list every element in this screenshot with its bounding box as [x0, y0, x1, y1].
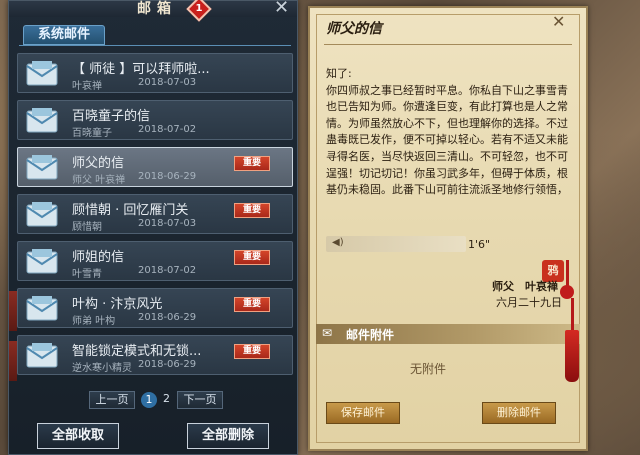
mail-subject: 叶构 · 汴京风光: [72, 297, 163, 312]
mail-subject: 师父的信: [72, 156, 125, 171]
envelope-icon: [26, 343, 58, 368]
pagination: 上一页 1 2 下一页: [89, 391, 229, 409]
unread-count: 1: [195, 3, 203, 14]
letter-text: 你四师叔之事已经暂时平息。你私自下山之事雪青也已告知为师。你遭逢巨变，有此打算也…: [326, 83, 568, 197]
letter-title: 师父的信: [326, 21, 382, 37]
envelope-icon: [26, 249, 58, 274]
mail-subject: 智能锁定模式和无锁...: [72, 344, 202, 359]
tab-system-mail[interactable]: 系统邮件: [23, 25, 105, 45]
mailbox-title: 邮箱: [137, 1, 177, 17]
mail-date: 2018-07-03: [138, 218, 197, 229]
mailbox-window: 邮箱 1 ✕ 系统邮件 【 师徒 】可以拜师啦... 叶哀禅 2018-07-0…: [8, 0, 298, 455]
mail-date: 2018-07-02: [138, 265, 197, 276]
mail-subject: 顾惜朝 · 回忆雁门关: [72, 203, 189, 218]
mail-date: 2018-06-29: [138, 359, 197, 370]
page-1[interactable]: 1: [141, 392, 157, 408]
side-ornament: [9, 341, 17, 381]
letter-panel: 师父的信 ✕ 知了: 你四师叔之事已经暂时平息。你私自下山之事雪青也已告知为师。…: [308, 6, 588, 451]
signature-date: 六月二十九日: [496, 296, 562, 309]
voice-length: 1'6": [468, 238, 491, 251]
tab-divider: [19, 45, 291, 46]
save-mail-button[interactable]: 保存邮件: [326, 402, 400, 424]
tassel-knot: [560, 285, 574, 299]
mail-item[interactable]: 百晓童子的信 百晓童子 2018-07-02: [17, 100, 293, 140]
mail-date: 2018-07-03: [138, 77, 197, 88]
delete-mail-button[interactable]: 删除邮件: [482, 402, 556, 424]
mail-sender: 顾惜朝: [72, 222, 102, 233]
mail-sender: 师父 叶哀禅: [72, 175, 126, 186]
tassel-cord: [571, 298, 574, 332]
mail-item-selected[interactable]: 师父的信 师父 叶哀禅 2018-06-29 重要: [17, 147, 293, 187]
letter-body[interactable]: 知了: 你四师叔之事已经暂时平息。你私自下山之事雪青也已告知为师。你遭逢巨变，有…: [326, 66, 572, 199]
mail-sender: 百晓童子: [72, 128, 112, 139]
mail-sender: 师弟 叶构: [72, 316, 116, 327]
important-badge: 重要: [234, 156, 270, 171]
letter-greeting: 知了:: [326, 67, 352, 80]
mail-item[interactable]: 【 师徒 】可以拜师啦... 叶哀禅 2018-07-03: [17, 53, 293, 93]
attachment-header: ✉ 邮件附件: [316, 324, 580, 344]
important-badge: 重要: [234, 297, 270, 312]
important-badge: 重要: [234, 203, 270, 218]
mail-subject: 【 师徒 】可以拜师啦...: [72, 62, 210, 77]
mail-date: 2018-06-29: [138, 171, 197, 182]
mail-subject: 百晓童子的信: [72, 109, 151, 124]
important-badge: 重要: [234, 344, 270, 359]
envelope-icon: [26, 61, 58, 86]
title-divider: [324, 44, 572, 45]
mail-date: 2018-07-02: [138, 124, 197, 135]
no-attachment-text: 无附件: [410, 362, 447, 376]
tassel-icon: [565, 330, 579, 382]
mail-sender: 叶哀禅: [72, 81, 102, 92]
mail-subject: 师姐的信: [72, 250, 125, 265]
mail-date: 2018-06-29: [138, 312, 197, 323]
envelope-icon: [26, 108, 58, 133]
mail-item[interactable]: 师姐的信 叶雪青 2018-07-02 重要: [17, 241, 293, 281]
voice-message-bar[interactable]: ◀): [326, 236, 466, 252]
envelope-icon: [26, 296, 58, 321]
mail-item[interactable]: 顾惜朝 · 回忆雁门关 顾惜朝 2018-07-03 重要: [17, 194, 293, 234]
mail-sender: 叶雪青: [72, 269, 102, 280]
envelope-icon: [26, 202, 58, 227]
mail-sender: 逆水寒小精灵: [72, 363, 132, 374]
close-icon[interactable]: ✕: [552, 12, 565, 31]
side-ornament: [9, 291, 17, 331]
important-badge: 重要: [234, 250, 270, 265]
envelope-icon: [26, 155, 58, 180]
collect-all-button[interactable]: 全部收取: [37, 423, 119, 449]
close-icon[interactable]: ✕: [274, 0, 289, 18]
page-2[interactable]: 2: [163, 392, 170, 405]
next-page-button[interactable]: 下一页: [177, 391, 223, 409]
paperclip-icon: ✉: [322, 326, 333, 340]
mail-item[interactable]: 叶构 · 汴京风光 师弟 叶构 2018-06-29 重要: [17, 288, 293, 328]
delete-all-button[interactable]: 全部删除: [187, 423, 269, 449]
speaker-icon: ◀): [332, 237, 344, 248]
mail-item[interactable]: 智能锁定模式和无锁... 逆水寒小精灵 2018-06-29 重要: [17, 335, 293, 375]
mail-list: 【 师徒 】可以拜师啦... 叶哀禅 2018-07-03 百晓童子的信 百晓童…: [17, 53, 293, 382]
prev-page-button[interactable]: 上一页: [89, 391, 135, 409]
attachment-label: 邮件附件: [346, 328, 395, 342]
signature-name: 师父 叶哀禅: [492, 280, 558, 293]
